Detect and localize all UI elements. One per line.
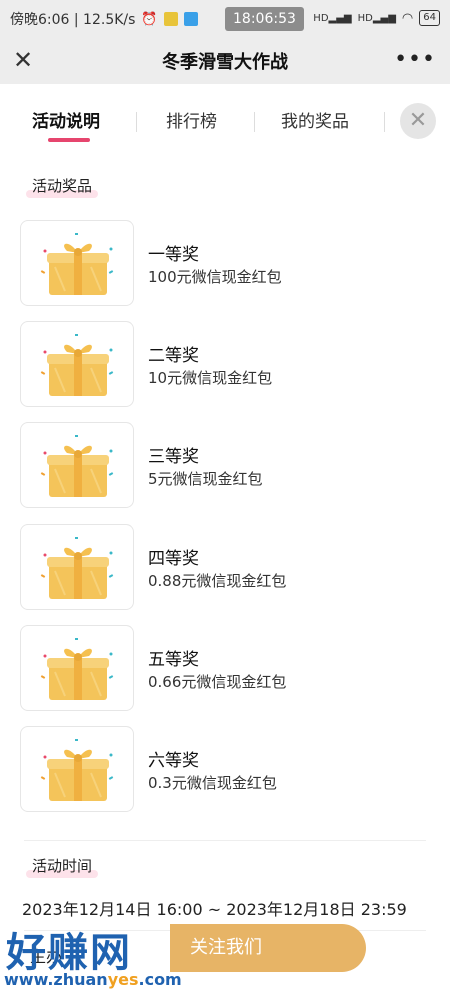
prize-description: 0.88元微信现金红包 <box>148 571 287 590</box>
tab-divider <box>136 112 137 132</box>
prize-name: 四等奖 <box>148 548 199 569</box>
prize-description: 0.3元微信现金红包 <box>148 774 277 792</box>
status-right: HD▂▄▆ HD▂▄▆ ◠ 64 <box>313 10 440 26</box>
prizes-section-title: 活动奖品 <box>26 174 99 198</box>
prize-thumbnail <box>20 422 134 509</box>
activity-time-value: 2023年12月14日 16:00 ~ 2023年12月18日 23:59 <box>22 900 407 919</box>
prize-thumbnail <box>20 624 134 711</box>
status-text: 傍晚6:06 | 12.5K/s <box>10 12 136 28</box>
gift-box-icon <box>40 637 114 700</box>
gift-box-icon <box>40 435 114 498</box>
prize-name: 二等奖 <box>148 346 199 367</box>
prize-description: 0.66元微信现金红包 <box>148 672 287 691</box>
follow-us-button[interactable]: 关注我们 <box>170 924 366 972</box>
page-title: 冬季滑雪大作战 <box>162 52 288 73</box>
watermark-url: www.zhuanyes.com <box>4 970 182 989</box>
prize-thumbnail <box>20 220 134 306</box>
wifi-icon: ◠ <box>401 10 414 26</box>
watermark-brand: 好赚网 <box>6 930 132 976</box>
status-left: 傍晚6:06 | 12.5K/s ⏰ <box>10 9 198 29</box>
prize-thumbnail <box>20 523 134 610</box>
app-notification-icon-2 <box>183 12 198 26</box>
prize-item: 四等奖 0.88元微信现金红包 <box>20 523 430 610</box>
signal-icon-2: HD▂▄▆ <box>357 12 396 24</box>
app-notification-icon <box>163 12 178 26</box>
prize-item: 六等奖 0.3元微信现金红包 <box>20 726 430 812</box>
organizer-label: 主办 <box>30 947 63 966</box>
prize-name: 三等奖 <box>148 447 199 468</box>
prize-thumbnail <box>20 726 134 812</box>
prize-item: 二等奖 10元微信现金红包 <box>20 321 430 408</box>
nav-bar: ✕ 冬季滑雪大作战 ••• <box>0 38 450 84</box>
tab-bar: 活动说明 排行榜 我的奖品 ✕ <box>0 84 450 160</box>
status-bar: 傍晚6:06 | 12.5K/s ⏰ 18:06:53 HD▂▄▆ HD▂▄▆ … <box>0 0 450 38</box>
close-icon[interactable]: ✕ <box>400 103 436 139</box>
signal-icon: HD▂▄▆ <box>313 12 352 24</box>
gift-box-icon <box>40 334 114 397</box>
status-clock: 18:06:53 <box>225 7 304 31</box>
gift-box-icon <box>40 233 114 295</box>
prize-name: 一等奖 <box>148 245 199 265</box>
prize-thumbnail <box>20 321 134 408</box>
close-icon[interactable]: ✕ <box>10 47 36 73</box>
gift-box-icon <box>40 739 114 801</box>
prize-item: 五等奖 0.66元微信现金红包 <box>20 624 430 711</box>
tab-divider <box>254 112 255 132</box>
prize-item: 一等奖 100元微信现金红包 <box>20 220 430 306</box>
more-icon[interactable]: ••• <box>394 47 436 73</box>
tab-my-prizes[interactable]: 我的奖品 <box>281 110 349 134</box>
prize-item: 三等奖 5元微信现金红包 <box>20 422 430 509</box>
tab-divider <box>384 112 385 132</box>
prize-description: 100元微信现金红包 <box>148 268 282 286</box>
alarm-icon: ⏰ <box>141 11 158 27</box>
divider <box>24 840 426 841</box>
time-section-title: 活动时间 <box>26 854 99 878</box>
battery-icon: 64 <box>419 10 440 26</box>
prize-name: 六等奖 <box>148 751 199 771</box>
active-tab-indicator <box>48 138 90 142</box>
prize-description: 5元微信现金红包 <box>148 470 263 489</box>
tab-leaderboard[interactable]: 排行榜 <box>166 110 217 134</box>
gift-box-icon <box>40 536 114 599</box>
prize-name: 五等奖 <box>148 649 199 670</box>
prize-description: 10元微信现金红包 <box>148 369 273 388</box>
tab-activity-info[interactable]: 活动说明 <box>32 110 100 134</box>
